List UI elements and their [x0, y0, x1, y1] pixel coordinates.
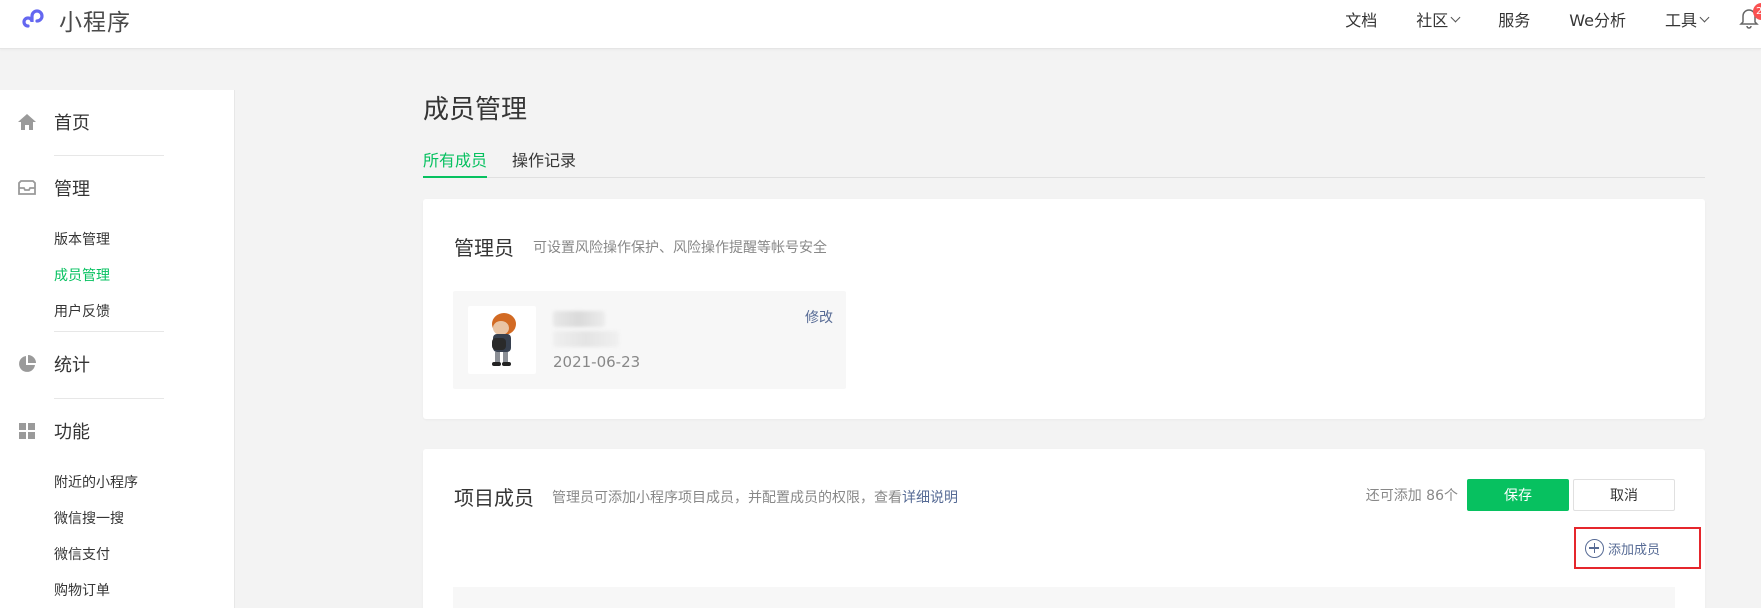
nav-docs[interactable]: 文档 [1345, 7, 1377, 31]
inbox-icon [17, 178, 37, 198]
miniprogram-logo-icon [19, 5, 49, 35]
sidebar-item-nearby[interactable]: 附近的小程序 [0, 465, 235, 501]
nav-we-analytics[interactable]: We分析 [1569, 7, 1626, 31]
sidebar-item-version-manage[interactable]: 版本管理 [0, 222, 235, 258]
nav-community-label: 社区 [1416, 11, 1449, 30]
pie-chart-icon [17, 354, 37, 374]
app-name: 小程序 [59, 10, 131, 36]
sidebar-item-manage[interactable]: 管理 [0, 168, 235, 208]
remaining-count: 还可添加 86个 [1365, 488, 1458, 504]
top-nav: 文档 社区 服务 We分析 工具 20 [1345, 3, 1761, 32]
sidebar-item-stats[interactable]: 统计 [0, 344, 235, 384]
sidebar-item-label: 统计 [54, 355, 90, 376]
chevron-down-icon [1450, 12, 1461, 22]
logo[interactable]: 小程序 [18, 2, 131, 38]
sidebar-item-label: 首页 [54, 113, 90, 134]
add-member-button[interactable]: 添加成员 [1574, 527, 1701, 569]
tab-all-members[interactable]: 所有成员 [423, 148, 488, 178]
chevron-down-icon [1699, 12, 1710, 22]
nav-docs-label: 文档 [1345, 11, 1378, 30]
admin-info: 2021-06-23 修改 [453, 291, 846, 389]
details-link[interactable]: 详细说明 [902, 490, 958, 506]
plus-circle-icon [1585, 538, 1604, 558]
nav-tools-label: 工具 [1664, 11, 1697, 30]
members-title: 项目成员 [454, 486, 534, 510]
admin-card: 管理员 可设置风险操作保护、风险操作提醒等帐号安全 2021-06-23 修改 [423, 199, 1705, 419]
sidebar-group-manage: 管理 版本管理 成员管理 用户反馈 [0, 168, 235, 330]
sidebar-group-stats: 统计 [0, 344, 235, 384]
nav-tools[interactable]: 工具 [1664, 7, 1710, 31]
members-card: 项目成员 管理员可添加小程序项目成员，并配置成员的权限，查看详细说明 还可添加 … [423, 449, 1705, 608]
notification-button[interactable]: 20 [1739, 3, 1761, 31]
sidebar-item-shopping-orders[interactable]: 购物订单 [0, 573, 235, 608]
tab-bar: 所有成员 操作记录 [423, 148, 1705, 178]
sidebar-item-label: 功能 [54, 422, 90, 443]
sidebar-item-features[interactable]: 功能 [0, 411, 235, 451]
sidebar-item-wechat-pay[interactable]: 微信支付 [0, 537, 235, 573]
sidebar-item-wechat-search[interactable]: 微信搜一搜 [0, 501, 235, 537]
admin-desc: 可设置风险操作保护、风险操作提醒等帐号安全 [533, 240, 827, 256]
admin-date: 2021-06-23 [553, 353, 641, 371]
modify-link[interactable]: 修改 [805, 307, 833, 327]
admin-name-blurred [553, 311, 605, 327]
sidebar-group-home: 首页 [0, 102, 235, 142]
nav-services-label: 服务 [1498, 11, 1531, 30]
avatar-image [492, 313, 516, 366]
members-desc-text: 管理员可添加小程序项目成员，并配置成员的权限，查看 [552, 490, 902, 506]
nav-we-analytics-label: We分析 [1569, 11, 1626, 30]
grid-icon [17, 421, 37, 441]
member-table-header [453, 587, 1675, 608]
sidebar-item-user-feedback[interactable]: 用户反馈 [0, 294, 235, 330]
sidebar-item-label: 管理 [54, 179, 90, 200]
nav-services[interactable]: 服务 [1498, 7, 1530, 31]
avatar [468, 306, 536, 374]
save-button[interactable]: 保存 [1467, 479, 1569, 511]
tab-operation-log[interactable]: 操作记录 [512, 148, 576, 178]
top-bar: 小程序 文档 社区 服务 We分析 工具 20 [0, 0, 1761, 49]
nav-community[interactable]: 社区 [1416, 7, 1461, 31]
sidebar-item-home[interactable]: 首页 [0, 102, 235, 142]
admin-id-blurred [553, 331, 619, 347]
admin-title: 管理员 [454, 236, 514, 260]
sidebar: 首页 管理 版本管理 成员管理 用户反馈 统计 功能 附近的小程序 微信搜一搜 … [0, 90, 235, 608]
divider [54, 331, 164, 332]
sidebar-item-member-manage[interactable]: 成员管理 [0, 258, 235, 294]
cancel-button[interactable]: 取消 [1573, 479, 1675, 511]
members-desc: 管理员可添加小程序项目成员，并配置成员的权限，查看详细说明 [552, 487, 958, 507]
add-member-label: 添加成员 [1608, 542, 1661, 558]
home-icon [17, 112, 37, 132]
sidebar-group-features: 功能 附近的小程序 微信搜一搜 微信支付 购物订单 [0, 411, 235, 608]
divider [54, 155, 164, 156]
page-title: 成员管理 [423, 95, 528, 125]
divider [54, 398, 164, 399]
